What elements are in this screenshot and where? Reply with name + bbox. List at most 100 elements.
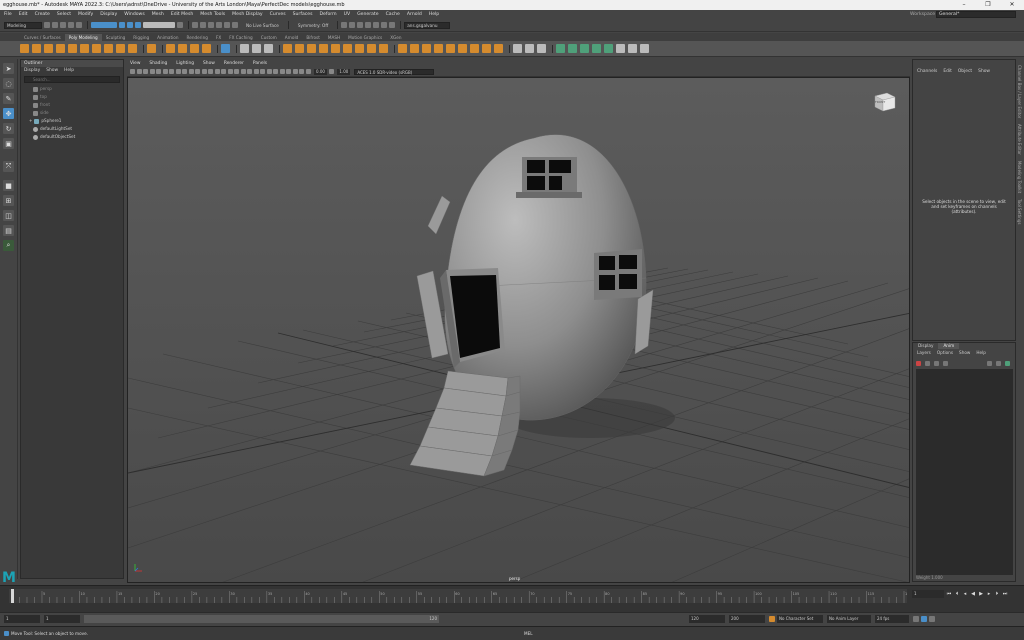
quad-draw-icon[interactable] [446,44,455,53]
poly-type-icon[interactable] [178,44,187,53]
menu-uv[interactable]: UV [344,12,351,17]
shelf-tab-fx-caching[interactable]: FX Caching [225,34,257,41]
field-chart-icon[interactable] [182,69,187,74]
shelf-tab-curves-surfaces[interactable]: Curves / Surfaces [20,34,65,41]
smooth-shade-icon[interactable] [214,69,220,74]
poly-cylinder-icon[interactable] [44,44,53,53]
close-button[interactable]: ✕ [1000,0,1024,10]
grid-icon[interactable] [221,44,230,53]
ipr-render-icon[interactable] [357,22,364,28]
anti-aliasing-icon[interactable] [266,69,272,74]
mirror-icon[interactable] [379,44,388,53]
xray-icon[interactable] [286,69,291,74]
sweep-mesh-icon[interactable] [166,44,175,53]
platonic-solid-icon[interactable] [104,44,113,53]
outliner-item-persp[interactable]: persp [21,85,123,93]
sculpt-icon[interactable] [537,44,546,53]
extrude-icon[interactable] [295,44,304,53]
keyframe-icon[interactable] [921,616,927,622]
auto-unwrap-icon[interactable] [580,44,589,53]
shadows-icon[interactable] [247,69,252,74]
poly-pyramid-icon[interactable] [116,44,125,53]
menu-cache[interactable]: Cache [386,12,400,17]
shelf-tab-rendering[interactable]: Rendering [183,34,212,41]
menu-edit[interactable]: Edit [19,12,28,17]
snap-view-icon[interactable] [216,22,222,28]
animation-prefs-icon[interactable] [929,616,935,622]
shelf-tab-xgen[interactable]: XGen [386,34,405,41]
side-tab-tool-settings[interactable]: Tool Settings [1017,199,1022,224]
circularize-icon[interactable] [494,44,503,53]
scene-canvas[interactable] [128,78,910,583]
viewport-menu-show[interactable]: Show [203,61,215,66]
menu-help[interactable]: Help [429,12,439,17]
playback-start-field[interactable]: 1 [44,615,80,623]
combine-icon[interactable] [240,44,249,53]
menu-modify[interactable]: Modify [78,12,93,17]
poly-torus-icon[interactable] [68,44,77,53]
step-back-frame-icon[interactable]: ◂ [962,591,968,597]
time-ruler[interactable]: 5 10 15 20 25 30 35 40 45 50 55 60 65 70 75 80 85 90 95 100… [9,589,907,603]
insert-edge-loop-icon[interactable] [410,44,419,53]
wedge-icon[interactable] [482,44,491,53]
layout-uv-icon[interactable] [616,44,625,53]
start-time-field[interactable]: 1 [4,615,40,623]
poly-cone-icon[interactable] [56,44,65,53]
bevel-icon[interactable] [319,44,328,53]
menu-curves[interactable]: Curves [270,12,286,17]
layer-record-icon[interactable] [916,361,921,366]
motion-blur-icon[interactable] [260,69,265,74]
channelbox-menu-object[interactable]: Object [958,68,972,76]
shelf-tab-arnold[interactable]: Arnold [281,34,303,41]
shelf-tab-rigging[interactable]: Rigging [129,34,153,41]
four-view-icon[interactable]: ⊞ [3,195,14,206]
upper-left-shutter[interactable] [427,195,451,235]
layer-down-icon[interactable] [934,361,939,366]
top-window[interactable] [516,157,582,198]
paint-select-icon[interactable]: ✎ [3,93,14,104]
merge-icon[interactable] [355,44,364,53]
undo-icon[interactable] [68,22,74,28]
lock-camera-icon[interactable] [156,69,161,74]
perspective-viewport[interactable] [127,77,910,583]
menu-select[interactable]: Select [57,12,71,17]
anim-layer-dropdown[interactable]: No Anim Layer [827,615,871,623]
slide-edge-icon[interactable] [458,44,467,53]
outliner-search-input[interactable]: Search... [24,76,120,83]
layer-menu-options[interactable]: Options [937,349,953,356]
script-language-toggle[interactable]: MEL [524,631,533,636]
script-editor-icon[interactable] [4,631,9,636]
step-forward-key-icon[interactable]: ⏵ [994,591,1000,597]
auto-key-icon[interactable] [769,616,775,622]
outliner-menu-help[interactable]: Help [64,67,74,74]
select-component-icon[interactable] [135,22,141,28]
outliner-item-top[interactable]: top [21,93,123,101]
outliner-item-defaultlightset[interactable]: defaultLightSet [21,125,123,133]
character-set-dropdown[interactable]: No Character Set [777,615,823,623]
snap-surface-icon[interactable] [224,22,230,28]
entrance-stairs[interactable] [409,370,521,477]
outliner-item-front[interactable]: front [21,101,123,109]
separate-icon[interactable] [252,44,261,53]
wireframe-icon[interactable] [208,69,213,74]
current-frame-field[interactable]: 1 [912,590,944,598]
range-slider[interactable]: 120 [84,615,439,623]
shelf-tab-mash[interactable]: MASH [324,34,344,41]
default-material-icon[interactable] [221,69,226,74]
shelf-tab-poly-modeling[interactable]: Poly Modeling [64,34,102,41]
menu-windows[interactable]: Windows [124,12,145,17]
super-shape-icon[interactable] [147,44,156,53]
step-forward-frame-icon[interactable]: ▸ [986,591,992,597]
single-view-icon[interactable]: ■ [3,180,14,191]
layer-list[interactable] [916,369,1013,575]
poke-icon[interactable] [470,44,479,53]
menu-mesh-tools[interactable]: Mesh Tools [200,12,225,17]
save-scene-icon[interactable] [60,22,66,28]
render-view-icon[interactable] [389,22,396,28]
uv-editor-icon[interactable] [556,44,565,53]
persp-outliner-icon[interactable]: ▤ [3,225,14,236]
resolution-gate-icon[interactable] [169,69,174,74]
lasso-tool-icon[interactable]: ◌ [3,78,14,89]
viewport-menu-view[interactable]: View [130,61,140,66]
ambient-occlusion-icon[interactable] [253,69,259,74]
